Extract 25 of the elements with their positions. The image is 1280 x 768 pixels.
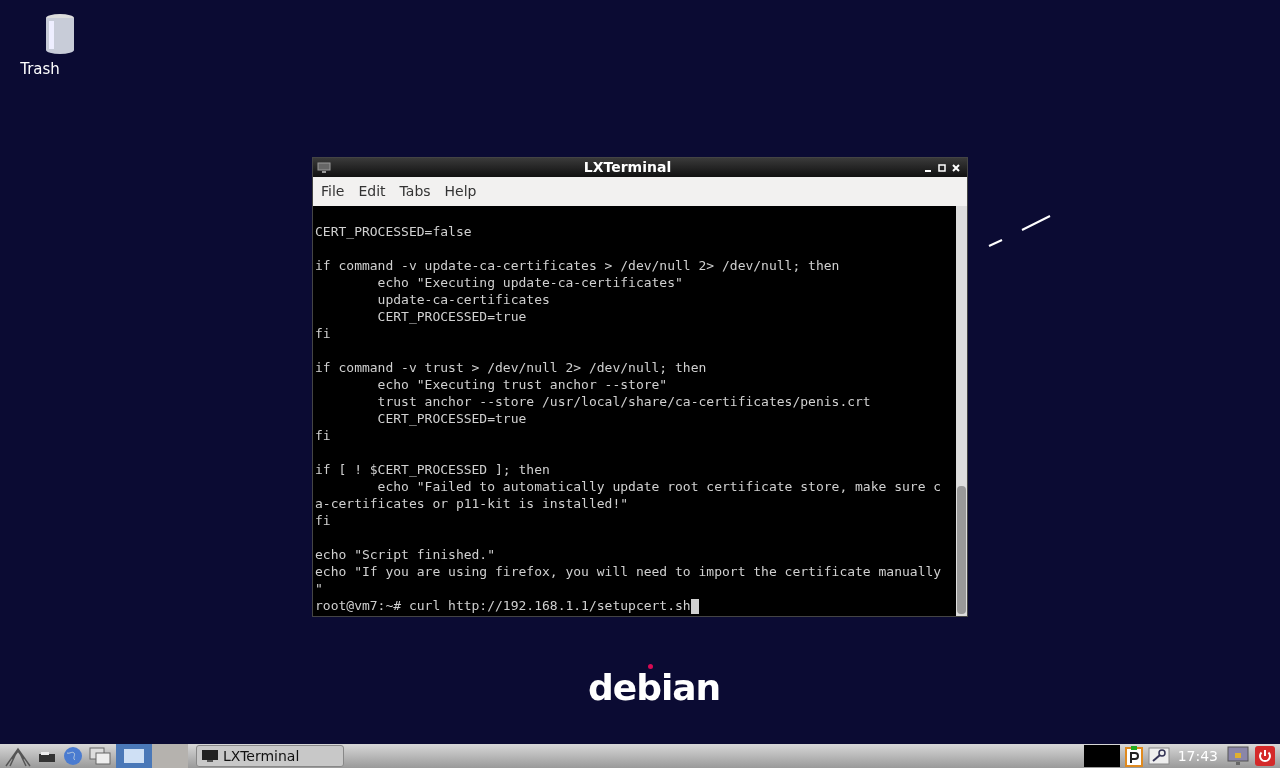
desktop-icon-label[interactable]: Trash <box>20 58 60 81</box>
power-icon[interactable] <box>1254 745 1276 767</box>
terminal-icon <box>201 749 219 763</box>
terminal-output: CERT_PROCESSED=false if command -v update-ca-certificates > /dev/null 2> /dev/null; then echo "Executing update-ca-certificates" update-ca-certificates CERT_PROCESSED=true fi if command -v trust > /dev/null 2> /dev/null; then echo "Executing trust anchor --store" trust anchor --store /usr/local/share/ca-certificates/penis.crt CERT_PROCESSED=true fi if [ ! $CERT_PROCESSED ]; then echo "Failed to automatically update root certificate store, make sure c a-certificates or p11-kit is installed!" fi echo "Script finished." echo "If you are using firefox, you will need to import the certificate manually " root@vm7:~# curl http://192.168.1.1/setupcert.sh <box>314 223 943 616</box>
menu-item[interactable]: File <box>315 181 351 202</box>
scrollbar-thumb[interactable] <box>957 486 966 614</box>
scrollbar[interactable] <box>956 206 967 616</box>
terminal-icon <box>317 161 331 174</box>
windows-icon[interactable] <box>88 745 112 767</box>
tray-block <box>1083 745 1120 767</box>
window-title: LXTerminal <box>582 158 673 177</box>
menu-item[interactable]: Edit <box>352 181 392 202</box>
lock-monitor-icon[interactable] <box>1226 745 1250 767</box>
clipboard-icon[interactable] <box>1123 745 1144 767</box>
magnifier-icon[interactable] <box>1147 746 1170 766</box>
logo-text: debian <box>588 670 721 706</box>
swirl-drawing <box>988 214 1052 250</box>
close-icon[interactable] <box>952 163 960 172</box>
task-button[interactable]: LXTerminal <box>196 745 344 767</box>
trash-icon[interactable] <box>44 12 76 56</box>
maximize-icon[interactable] <box>938 163 946 172</box>
menu-item[interactable]: Tabs <box>393 181 437 202</box>
menu-icon[interactable] <box>4 745 32 767</box>
menu-item[interactable]: Help <box>438 181 483 202</box>
workspace-button[interactable] <box>116 744 152 768</box>
